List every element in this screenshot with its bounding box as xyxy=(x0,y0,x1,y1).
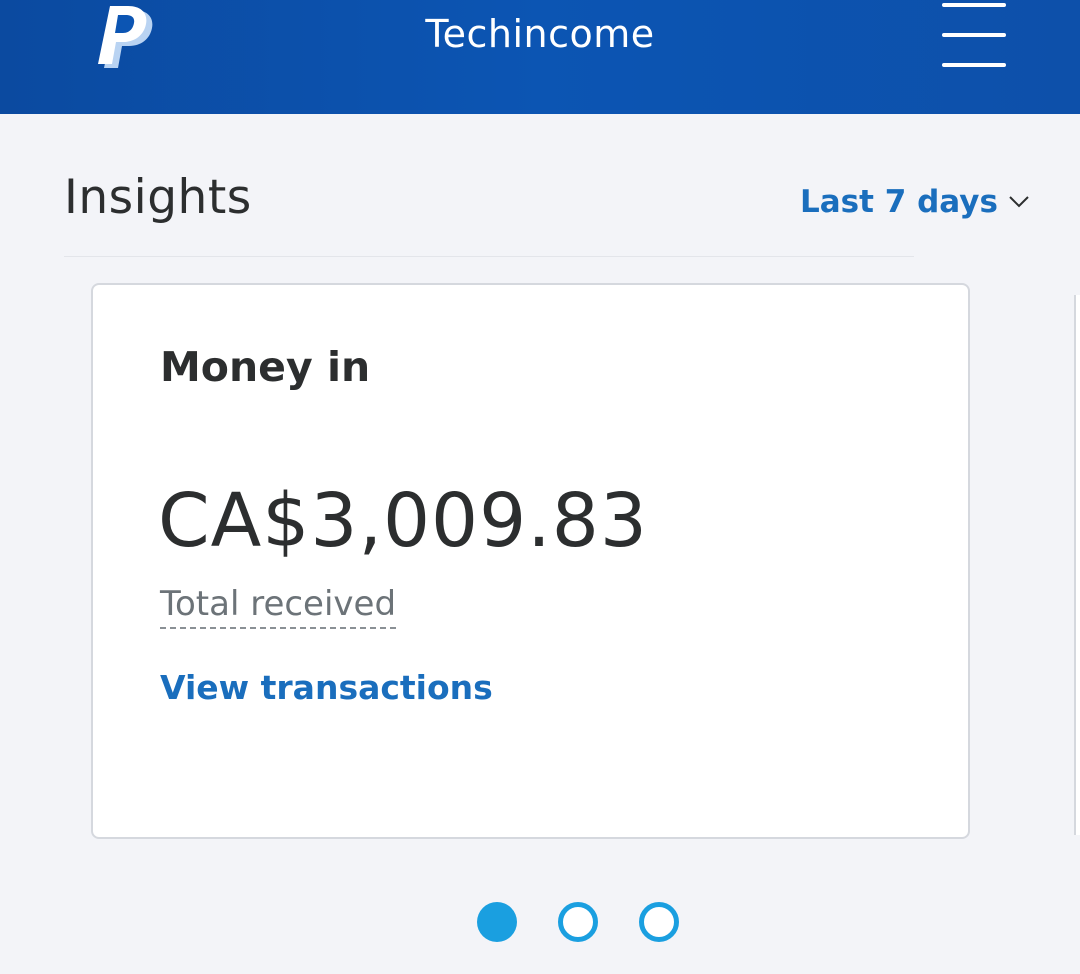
insights-title: Insights xyxy=(64,170,252,225)
amount-value: CA$3,009.83 xyxy=(158,478,648,564)
carousel-dot-3[interactable] xyxy=(639,902,679,942)
app-header: Techincome xyxy=(0,0,1080,114)
card-title: Money in xyxy=(160,343,371,391)
menu-line xyxy=(942,33,1006,37)
hamburger-menu-icon[interactable] xyxy=(936,0,1012,74)
date-range-dropdown[interactable]: Last 7 days xyxy=(800,180,1030,224)
carousel-dot-2[interactable] xyxy=(558,902,598,942)
section-divider xyxy=(64,256,914,257)
date-range-label: Last 7 days xyxy=(800,184,998,220)
header-title: Techincome xyxy=(425,12,655,56)
total-received-label[interactable]: Total received xyxy=(160,583,397,629)
chevron-down-icon xyxy=(1009,196,1029,208)
menu-line xyxy=(942,63,1006,67)
menu-line xyxy=(942,3,1006,7)
money-in-card: Money in CA$3,009.83 Total received View… xyxy=(91,283,970,839)
next-card-peek[interactable] xyxy=(1074,295,1080,835)
carousel-dot-1[interactable] xyxy=(477,902,517,942)
view-transactions-link[interactable]: View transactions xyxy=(160,668,493,707)
